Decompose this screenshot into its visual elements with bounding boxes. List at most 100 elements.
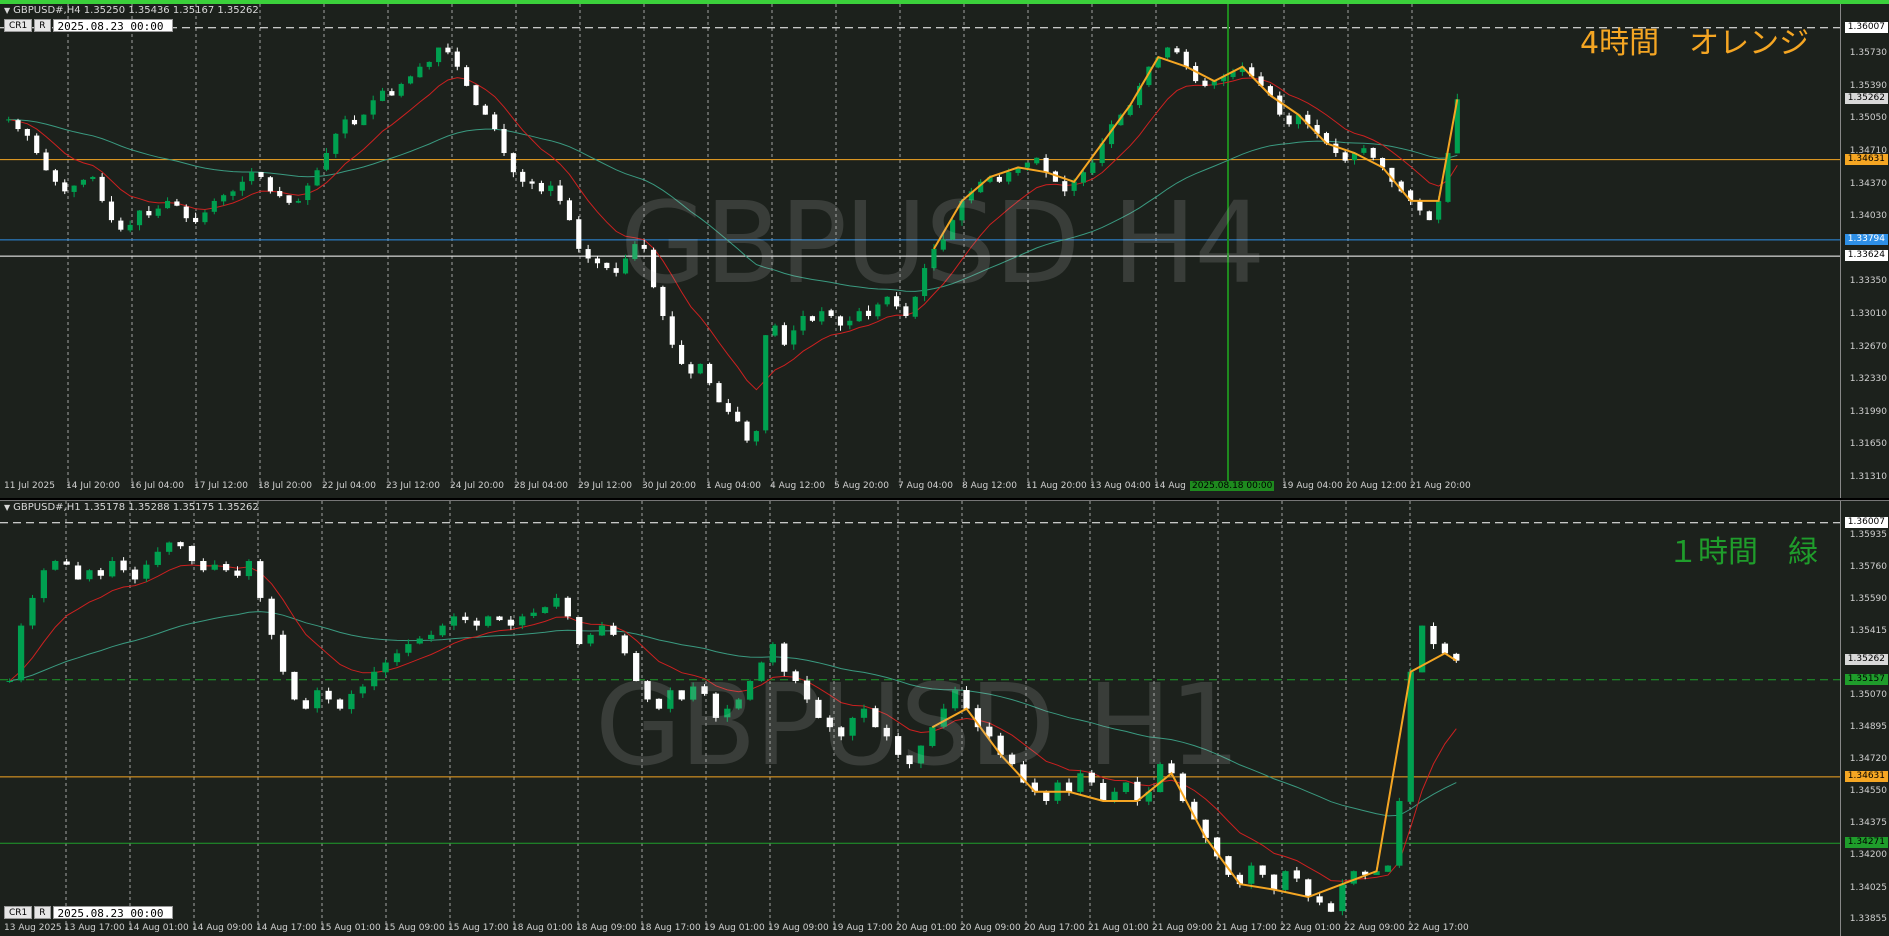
h1-watermark: GBPUSD H1 <box>595 661 1241 791</box>
candle-body <box>865 310 872 316</box>
candle-body <box>1430 625 1437 645</box>
candle-body <box>174 201 180 206</box>
candle-body <box>828 310 834 316</box>
price-tick-label: 1.32670 <box>1849 341 1887 352</box>
time-tick-label: 21 Aug 20:00 <box>1410 481 1471 491</box>
candle-body <box>109 561 116 577</box>
candle-body <box>155 208 161 216</box>
price-level-badge: 1.33794 <box>1844 233 1888 245</box>
price-level-badge: 1.36007 <box>1844 516 1888 528</box>
price-tick-label: 1.35050 <box>1849 113 1887 124</box>
candle-body <box>99 176 105 201</box>
candle-body <box>1384 865 1392 872</box>
candle-body <box>398 83 404 96</box>
price-tick-label: 1.34370 <box>1849 178 1887 189</box>
time-tick-label: 22 Aug 01:00 <box>1280 923 1341 933</box>
price-tick-label: 1.33010 <box>1849 309 1887 320</box>
price-tick-label: 1.33855 <box>1849 914 1887 925</box>
time-tick-label: 8 Aug 12:00 <box>962 481 1017 491</box>
candle-body <box>34 135 40 154</box>
price-tick-label: 1.35590 <box>1849 593 1887 604</box>
candle-body <box>492 114 498 130</box>
candle-body <box>361 114 367 126</box>
price-tick-label: 1.34550 <box>1849 785 1887 796</box>
candle-body <box>127 224 133 231</box>
candle-body <box>763 335 769 431</box>
time-tick-label: 15 Aug 01:00 <box>320 923 381 933</box>
time-tick-label: 20 Aug 12:00 <box>1346 481 1407 491</box>
h1-chart-window[interactable]: GBPUSD H1 ▼ GBPUSD#,H1 1.35178 1.35288 1.… <box>0 500 1889 936</box>
h1-symbol-header: ▼ GBPUSD#,H1 1.35178 1.35288 1.35175 1.35… <box>4 502 259 513</box>
h4-datetime-box[interactable]: 2025.08.23 00:00 <box>52 19 173 33</box>
price-tick-label: 1.31310 <box>1849 472 1887 482</box>
candle-body <box>439 625 446 636</box>
time-tick-label: 22 Jul 04:00 <box>322 481 376 491</box>
h1-time-scale[interactable]: 13 Aug 2025 13 Aug 17:00 14 Aug 01:00 14 Au… <box>0 922 1841 936</box>
h4-watermark: GBPUSD H4 <box>620 179 1266 309</box>
candle-body <box>302 700 309 709</box>
candle-body <box>428 634 435 640</box>
time-tick-label: 18 Aug 01:00 <box>512 923 573 933</box>
candle-body <box>295 200 301 203</box>
candle-body <box>464 67 470 86</box>
time-tick-label: 19 Aug 01:00 <box>704 923 765 933</box>
candle-body <box>462 616 469 621</box>
candle-body <box>1193 66 1199 82</box>
candle-body <box>90 176 96 180</box>
candle-body <box>496 616 503 621</box>
time-tick-label: 19 Aug 09:00 <box>768 923 829 933</box>
h4-chart-window[interactable]: GBPUSD H4 ▼ GBPUSD#,H4 1.35250 1.35436 1.… <box>0 0 1889 498</box>
candle-body <box>417 66 423 78</box>
candle-body <box>146 211 152 216</box>
time-tick-label: 29 Jul 12:00 <box>578 481 632 491</box>
candle-body <box>80 179 87 185</box>
candle-body <box>610 625 617 635</box>
cr1-button[interactable]: CR1 <box>4 906 33 919</box>
h4-price-scale[interactable]: 1.35730 1.35390 1.35050 1.34710 1.34370 1.340… <box>1840 4 1889 498</box>
candle-body <box>211 564 218 570</box>
time-tick-label: 30 Jul 20:00 <box>642 481 696 491</box>
price-tick-label: 1.35415 <box>1849 626 1887 637</box>
candle-body <box>136 210 143 226</box>
candle-body <box>342 119 348 134</box>
candle-body <box>819 311 825 322</box>
candle-body <box>359 686 366 694</box>
candle-body <box>856 311 862 322</box>
candle-body <box>1293 870 1300 879</box>
candle-body <box>234 570 241 576</box>
candle-body <box>29 597 36 626</box>
time-tick-label: 11 Jul 2025 <box>4 481 55 491</box>
h1-datetime-box[interactable]: 2025.08.23 00:00 <box>52 906 173 920</box>
candle-body <box>564 597 571 617</box>
candle-body <box>445 47 451 53</box>
collapse-triangle-icon[interactable]: ▼ <box>4 6 10 15</box>
time-tick-label: 11 Aug 20:00 <box>1026 481 1087 491</box>
candle-body <box>426 61 432 67</box>
candle-body <box>1277 95 1283 115</box>
h4-time-scale[interactable]: 11 Jul 2025 14 Jul 20:00 16 Jul 04:00 17 Ju… <box>0 480 1841 494</box>
candle-body <box>735 411 741 422</box>
h1-annotation: １時間 緑 <box>1668 535 1818 570</box>
candle-body <box>277 191 283 197</box>
time-tick-label: 16 Jul 04:00 <box>130 481 184 491</box>
candle-body <box>566 200 573 221</box>
candle-body <box>1034 157 1040 164</box>
candle-body <box>6 681 13 682</box>
price-tick-label: 1.34375 <box>1849 818 1887 829</box>
candle-body <box>230 191 236 196</box>
time-tick-label: 17 Jul 12:00 <box>194 481 248 491</box>
time-tick-label: 24 Jul 20:00 <box>450 481 504 491</box>
h1-price-scale[interactable]: 1.35935 1.35760 1.35590 1.35415 1.35070 1.348… <box>1840 501 1889 936</box>
candle-body <box>585 249 591 259</box>
r-button[interactable]: R <box>34 906 51 919</box>
time-tick-label: 14 Aug 17:00 <box>256 923 317 933</box>
cr1-button[interactable]: CR1 <box>4 19 33 32</box>
candle-body <box>530 612 537 616</box>
time-tick-label: 21 Aug 17:00 <box>1216 923 1277 933</box>
candle-body <box>62 182 68 192</box>
candle-body <box>484 616 492 626</box>
r-button[interactable]: R <box>34 19 51 32</box>
price-tick-label: 1.34895 <box>1849 722 1887 733</box>
collapse-triangle-icon[interactable]: ▼ <box>4 503 10 512</box>
candle-body <box>473 620 480 626</box>
